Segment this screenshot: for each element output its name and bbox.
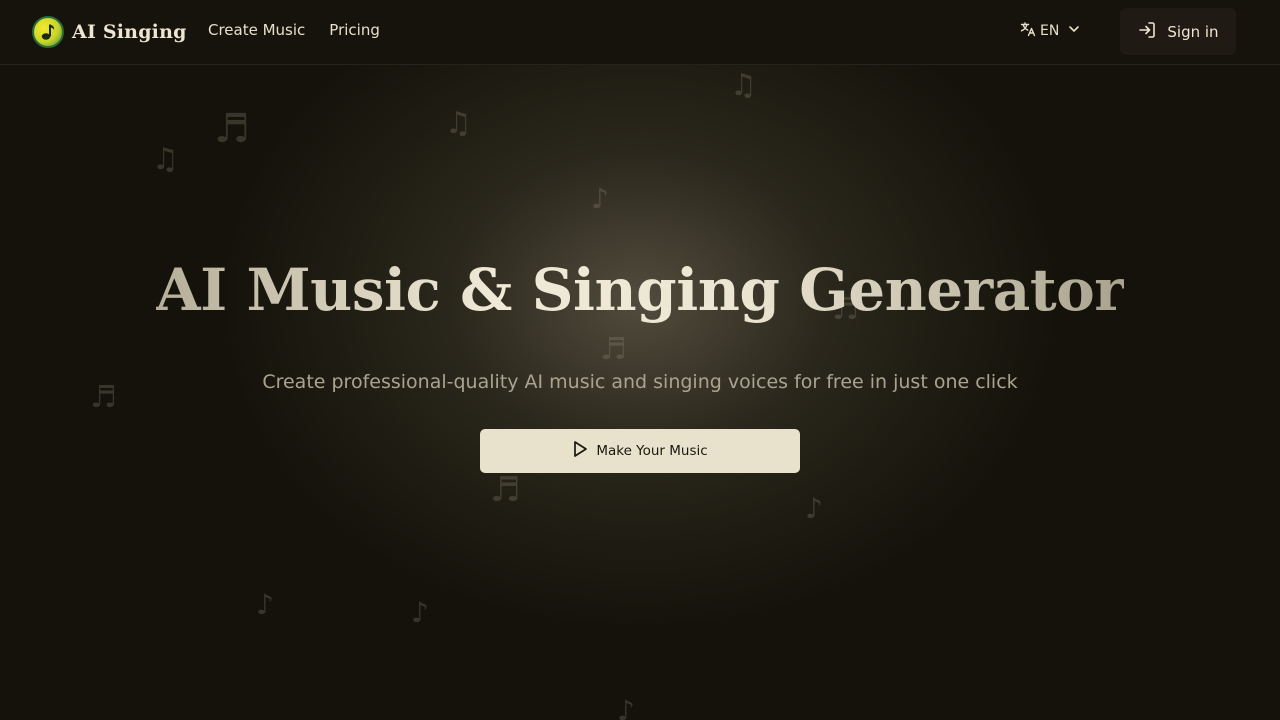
brand-name: AI Singing — [72, 21, 187, 43]
top-navigation-bar: AI Singing Create Music Pricing EN Sign … — [0, 0, 1280, 65]
music-note-icon: ♪ — [617, 694, 635, 720]
hero-title-text: AI Music & Singing Generator — [155, 256, 1125, 324]
hero-subtitle: Create professional-quality AI music and… — [262, 371, 1018, 393]
login-icon — [1137, 20, 1157, 44]
brand-logo[interactable]: AI Singing — [32, 15, 187, 49]
language-label: EN — [1040, 23, 1060, 39]
sign-in-button[interactable]: Sign in — [1120, 8, 1236, 55]
music-note-icon: ♫ — [730, 68, 757, 103]
music-note-icon: ♬ — [490, 470, 521, 510]
music-note-icon: ♫ — [445, 106, 472, 141]
hero-title: AI Music & Singing Generator — [0, 256, 1280, 324]
play-icon — [572, 440, 588, 462]
music-note-icon: ♪ — [411, 596, 429, 629]
nav-link-pricing[interactable]: Pricing — [329, 21, 380, 39]
main-nav: Create Music Pricing — [208, 21, 380, 39]
music-note-icon: ♪ — [256, 588, 274, 621]
music-note-icon: ♪ — [805, 492, 823, 525]
music-note-icon: ♫ — [152, 142, 179, 177]
music-note-icon: ♪ — [591, 182, 609, 215]
make-your-music-button[interactable]: Make Your Music — [480, 429, 800, 473]
translate-icon — [1020, 21, 1036, 41]
music-note-icon — [32, 16, 64, 48]
music-note-icon: ♬ — [600, 332, 627, 367]
cta-label: Make Your Music — [596, 443, 708, 459]
music-note-icon: ♬ — [214, 106, 250, 152]
language-selector[interactable]: EN — [1020, 21, 1081, 41]
nav-link-create-music[interactable]: Create Music — [208, 21, 305, 39]
sign-in-label: Sign in — [1167, 22, 1219, 41]
chevron-down-icon — [1067, 22, 1081, 40]
